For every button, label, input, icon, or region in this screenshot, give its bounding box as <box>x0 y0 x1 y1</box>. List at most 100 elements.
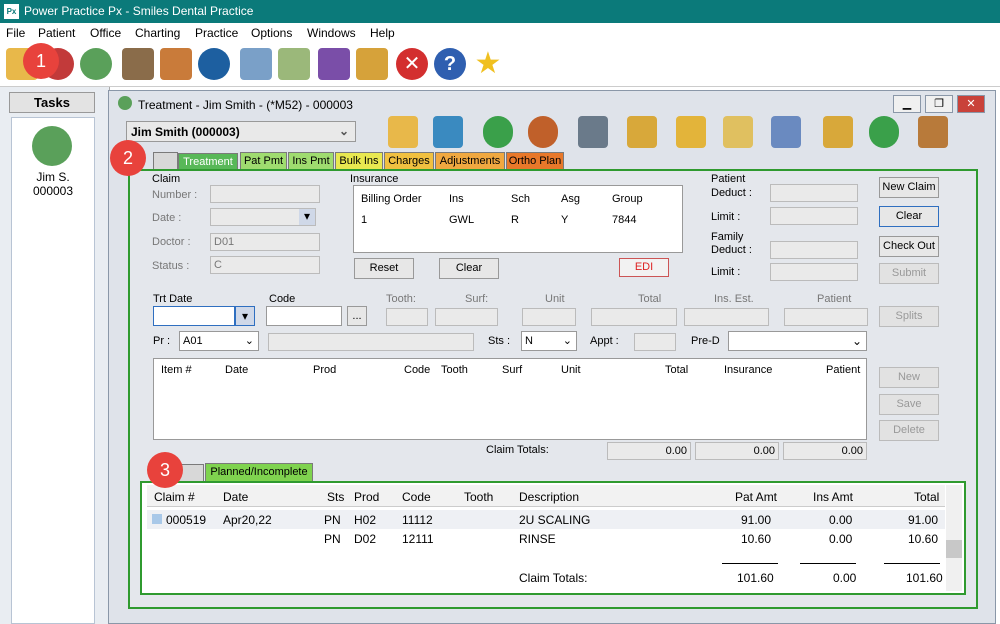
ins-header-sch: Sch <box>511 193 530 205</box>
checklist-icon[interactable] <box>278 48 310 80</box>
family-deduct-field <box>770 241 858 259</box>
ins-group[interactable]: 7844 <box>612 214 636 226</box>
planned-col-date: Date <box>223 490 249 504</box>
new-button[interactable]: New <box>879 367 939 388</box>
patient-card-icon[interactable] <box>433 116 463 148</box>
chevron-down-icon[interactable]: ▾ <box>235 306 255 326</box>
row-selector[interactable] <box>152 514 162 524</box>
tab-ortho-plan[interactable]: Ortho Plan <box>506 152 564 170</box>
patient-select[interactable]: Jim Smith (000003) ⌄ <box>126 121 356 142</box>
favorite-star-icon[interactable]: ★ <box>472 48 504 80</box>
task-patient-name[interactable]: Jim S. <box>12 170 94 184</box>
app-logo: Px <box>4 4 19 19</box>
trt-date-field[interactable] <box>153 306 235 326</box>
sts-select[interactable]: N ⌄ <box>521 331 577 351</box>
ins-carrier[interactable]: GWL <box>449 214 474 226</box>
reset-button[interactable]: Reset <box>354 258 414 279</box>
edi-icon[interactable] <box>318 48 350 80</box>
menu-practice[interactable]: Practice <box>195 26 238 40</box>
items-claim-totals-label: Claim Totals: <box>486 444 549 456</box>
row2-ins-amt: 0.00 <box>829 532 853 546</box>
maximize-button[interactable]: ❐ <box>925 95 953 113</box>
gift-icon[interactable] <box>356 48 388 80</box>
code-field[interactable] <box>266 306 342 326</box>
tab-pat-pmt[interactable]: Pat Pmt <box>240 152 287 170</box>
claim-heading: Claim <box>152 173 181 185</box>
menu-charting[interactable]: Charting <box>135 26 180 40</box>
window-close-button[interactable]: ✕ <box>957 95 985 113</box>
annotation-badge-3: 3 <box>147 452 183 488</box>
pred-select[interactable]: ⌄ <box>728 331 867 351</box>
book-icon[interactable] <box>122 48 154 80</box>
ins-sch[interactable]: R <box>511 214 519 226</box>
browse-code-button[interactable]: ... <box>347 306 367 326</box>
tools-icon[interactable] <box>918 116 948 148</box>
trt-date-label: Trt Date <box>153 293 193 305</box>
clear-button[interactable]: Clear <box>879 206 939 227</box>
save-button[interactable]: Save <box>879 394 939 415</box>
planned-col-total: Total <box>914 490 940 504</box>
money-icon[interactable] <box>32 126 72 166</box>
menu-options[interactable]: Options <box>251 26 292 40</box>
pin-icon[interactable] <box>823 116 853 148</box>
money-icon[interactable] <box>80 48 112 80</box>
minimize-button[interactable]: ▁ <box>893 95 921 113</box>
menu-windows[interactable]: Windows <box>307 26 356 40</box>
row2-sts: PN <box>324 532 341 546</box>
camera-icon[interactable] <box>198 48 230 80</box>
mail-icon[interactable] <box>240 48 272 80</box>
claim-number-field <box>210 185 320 203</box>
tooth-label: Tooth: <box>386 293 416 305</box>
planned-total-pat: 101.60 <box>737 571 774 585</box>
family-limit-label: Limit : <box>711 266 741 278</box>
delete-button[interactable]: Delete <box>879 420 939 441</box>
appt-field <box>634 333 676 351</box>
provider-select[interactable]: A01 ⌄ <box>179 331 259 351</box>
menu-file[interactable]: File <box>6 26 25 40</box>
planned-col-tooth: Tooth <box>464 490 494 504</box>
clipboard-icon[interactable] <box>723 116 753 148</box>
chevron-down-icon: ▾ <box>299 209 315 225</box>
doctor-value: D01 <box>214 236 235 248</box>
tab-charges[interactable]: Charges <box>384 152 434 170</box>
files-icon[interactable] <box>627 116 657 148</box>
items-col-tooth: Tooth <box>441 364 468 376</box>
ins-clear-button[interactable]: Clear <box>439 258 499 279</box>
menu-patient[interactable]: Patient <box>38 26 75 40</box>
scrollbar-thumb[interactable] <box>946 540 962 558</box>
submit-button[interactable]: Submit <box>879 263 939 284</box>
chart-icon[interactable] <box>160 48 192 80</box>
edi-button[interactable]: EDI <box>619 258 669 277</box>
row2-description: RINSE <box>519 532 556 546</box>
chevron-down-icon: ⌄ <box>562 335 572 347</box>
help-icon[interactable]: ? <box>434 48 466 80</box>
family-icon[interactable] <box>528 116 558 148</box>
refresh-icon[interactable] <box>869 116 899 148</box>
new-claim-button[interactable]: New Claim <box>879 177 939 198</box>
printer-icon[interactable] <box>578 116 608 148</box>
menu-help[interactable]: Help <box>370 26 395 40</box>
tab-planned-incomplete[interactable]: Planned/Incomplete <box>205 463 313 482</box>
items-insurance-total: 0.00 <box>695 442 779 460</box>
family-limit-field <box>770 263 858 281</box>
annotation-badge-2: 2 <box>110 140 146 176</box>
person-icon[interactable] <box>483 116 513 148</box>
planned-col-pat-amt: Pat Amt <box>735 490 778 504</box>
check-out-button[interactable]: Check Out <box>879 236 939 257</box>
scrollbar[interactable] <box>946 485 962 591</box>
planned-totals-label: Claim Totals: <box>519 571 588 585</box>
close-icon[interactable]: ✕ <box>396 48 428 80</box>
open-folder-icon[interactable] <box>388 116 418 148</box>
tab-adjustments[interactable]: Adjustments <box>435 152 505 170</box>
menu-office[interactable]: Office <box>90 26 121 40</box>
splits-button[interactable]: Splits <box>879 306 939 327</box>
tab-hidden[interactable] <box>153 152 178 170</box>
ins-asg[interactable]: Y <box>561 214 568 226</box>
tab-ins-pmt[interactable]: Ins Pmt <box>288 152 334 170</box>
tab-bulk-ins[interactable]: Bulk Ins <box>335 152 383 170</box>
download-folder-icon[interactable] <box>676 116 706 148</box>
ins-billing-order[interactable]: 1 <box>361 214 367 226</box>
items-col-surf: Surf <box>502 364 523 376</box>
calendar-icon[interactable] <box>771 116 801 148</box>
sts-label: Sts : <box>488 335 511 347</box>
